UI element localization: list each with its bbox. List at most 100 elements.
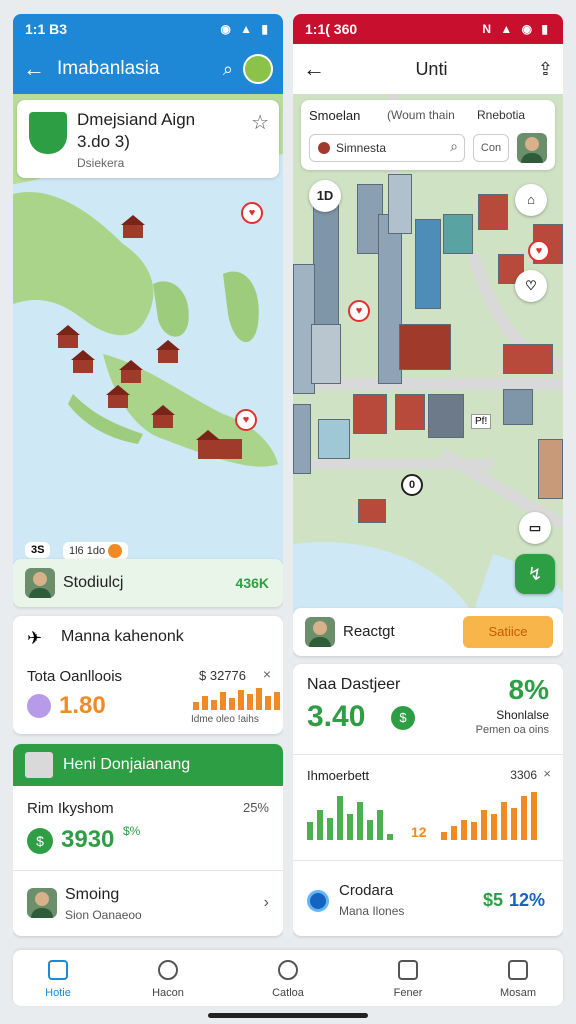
status-icons: ◉ ▲ ▮ [220,22,271,36]
home-indicator [208,1013,368,1018]
avatar[interactable] [243,54,273,84]
map-pin[interactable]: ♥ [528,240,550,262]
map-pin[interactable]: ♥ [348,300,370,322]
map-control-button[interactable]: ⌂ [515,184,547,216]
filter-left[interactable]: Smoelan [309,108,360,123]
filter-card: Smoelan (Woum thain Rnebotia Simnesta ⌕ … [301,100,555,170]
metric-label: Tota Oanlloois [27,668,123,685]
nav-item-home[interactable]: Hotie [13,950,103,1006]
status-bar: 1:1( 360 N ▲ ◉ ▮ [293,14,563,44]
stats-card[interactable]: Naa Dastjeer 8% 3.40 $ Shonlalse Pemen o… [293,664,563,936]
house-marker[interactable] [119,360,143,383]
avatar[interactable] [517,133,547,163]
building [311,324,341,384]
close-icon[interactable]: × [543,766,551,781]
metric-caption: Idme oleo !aihs [191,714,259,725]
map-control-button[interactable]: ♡ [515,270,547,302]
row-caption: Sion Oanaeoo [65,908,142,922]
location-card[interactable]: Dmejsiand Aign 3.do 3) Dsiekera ☆ [17,100,279,178]
map-view[interactable]: 1D ⌂ ♡ ♥ ♥ 0 Pf! ▭ ↯ [293,94,563,614]
building [478,194,508,230]
house-marker[interactable] [196,430,242,459]
close-icon[interactable]: × [263,666,271,682]
back-arrow-icon[interactable]: ← [303,56,325,82]
building [395,394,425,430]
search-input[interactable]: Simnesta ⌕ [309,134,465,162]
camera-icon [508,960,528,980]
green-card[interactable]: Heni Donjaianang Rim Ikyshom 25% $ 3930 … [13,744,283,936]
nav-item-compass[interactable]: Catloa [243,950,333,1006]
orange-dot-icon [108,544,123,558]
building [415,219,441,309]
nav-label: Hotie [45,987,71,999]
road-label-text: Pf! [475,416,488,427]
manage-card[interactable]: ✈ Manna kahenonk Tota Oanlloois $ 32776 … [13,616,283,734]
house-marker[interactable] [156,340,180,363]
map-pin[interactable]: 0 [401,474,423,496]
dollar-icon: $ [27,828,53,854]
status-row[interactable]: Reactgt Satiice [293,608,563,656]
building [318,419,350,459]
stats-pct-sub: Pemen oa oins [475,724,549,736]
back-arrow-icon[interactable]: ← [23,56,57,82]
status-icons: N ▲ ◉ ▮ [482,22,551,36]
map-layer-label: 1D [316,188,334,203]
house-marker[interactable] [121,215,145,238]
house-marker[interactable] [56,325,80,348]
building [293,404,311,474]
status-value: 436K [235,575,269,591]
building [538,439,563,499]
manage-title: Manna kahenonk [61,628,184,645]
building [399,324,451,370]
status-time: 1:1( 360 [305,21,358,37]
map-chip[interactable]: 1l6 1do [63,542,129,560]
map-pin[interactable]: ♥ [241,202,263,224]
map-pin[interactable]: ♥ [235,409,257,431]
pin-label: 0 [408,479,416,491]
nav-label: Catloa [272,987,304,999]
star-icon[interactable]: ☆ [251,110,269,135]
document-icon [398,960,418,980]
bottom-value-a: $5 [483,890,504,910]
paper-plane-icon: ✈ [27,628,43,648]
location-caption: Dsiekera [77,156,125,170]
nav-item-document[interactable]: Fener [363,950,453,1006]
nav-label: Fener [393,987,423,999]
divider [293,860,563,861]
con-button[interactable]: Con [473,134,509,162]
globe-icon [307,890,329,912]
filter-mid[interactable]: (Woum thain [387,108,455,122]
chevron-right-icon[interactable]: › [264,894,269,912]
nav-item-camera[interactable]: Mosam [473,950,563,1006]
right-screen: 1:1( 360 N ▲ ◉ ▮ ← Unti ⇪ 1D ⌂ ♡ ♥ ♥ 0 P… [293,14,563,944]
filter-right[interactable]: Rnebotia [477,108,525,122]
status-row[interactable]: Stodiulcj 436K [13,559,283,607]
stats-value: 3.40 [307,700,366,733]
page-title: Unti [415,58,448,79]
bar-chart-orange [441,790,537,840]
bottom-navigation: Hotie Hacon Catloa Fener Mosam [13,950,563,1006]
chart-axis-label: 12 [411,824,427,840]
house-marker[interactable] [106,385,130,408]
nav-item-profile[interactable]: Hacon [123,950,213,1006]
app-bar: ← Unti ⇪ [293,44,563,94]
action-button[interactable]: Satiice [463,616,553,648]
house-marker[interactable] [151,405,175,428]
location-title: Dmejsiand Aign [77,110,196,129]
search-icon[interactable]: ⌕ [450,138,458,155]
chat-button[interactable]: ▭ [519,512,551,544]
search-icon[interactable]: ⌕ [223,59,233,80]
map-chip[interactable]: 3S [25,542,51,558]
share-icon[interactable]: ⇪ [538,59,553,80]
route-button[interactable]: ↯ [515,554,555,594]
building [388,174,412,234]
chart-title: Ihmoerbett [307,768,370,783]
nav-label: Mosam [499,987,537,999]
building-icon [25,752,53,778]
house-marker[interactable] [71,350,95,373]
avatar [25,568,55,598]
search-value: Simnesta [336,141,387,155]
map-layer-button[interactable]: 1D [309,180,341,212]
home-icon [48,960,68,980]
compass-icon [278,960,298,980]
